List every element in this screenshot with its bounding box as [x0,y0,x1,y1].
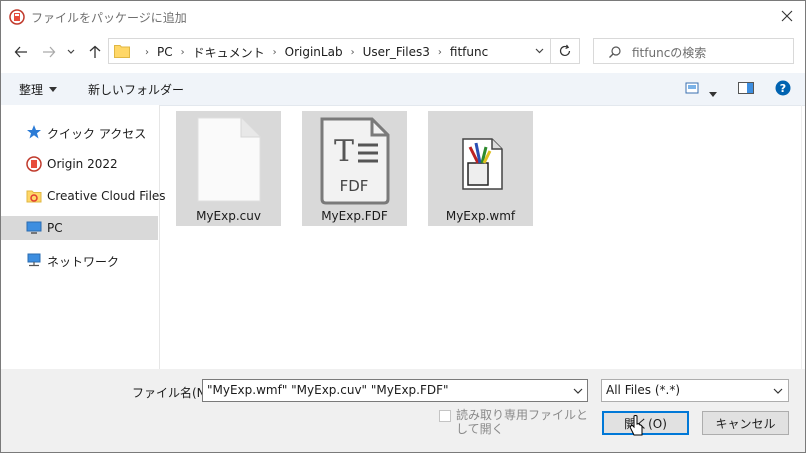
breadcrumb-item[interactable]: fitfunc [450,45,488,59]
blank-file-icon [197,117,261,202]
help-button[interactable]: ? [775,80,791,99]
wmf-image-icon [462,138,503,190]
preview-pane-button[interactable] [738,81,754,98]
origin-app-icon [9,9,25,25]
pc-icon [26,221,42,234]
content-scroll-track[interactable] [801,105,802,369]
file-item-wmf[interactable]: MyExp.wmf [428,111,533,226]
sidebar-item-label: Creative Cloud Files [47,189,166,203]
filename-combobox[interactable]: "MyExp.wmf" "MyExp.cuv" "MyExp.FDF" [202,379,588,402]
caret-down-icon [49,87,58,92]
search-box[interactable]: fitfuncの検索 [593,38,794,64]
arrow-up-icon [89,45,101,58]
breadcrumb-separator-icon: › [272,46,277,58]
arrow-right-icon [43,46,56,58]
forward-button[interactable] [39,42,59,62]
file-name: MyExp.cuv [196,209,261,223]
svg-text:?: ? [780,82,786,95]
sidebar-item-quick-access[interactable]: クイック アクセス [1,120,158,144]
sidebar-item-label: PC [47,221,63,235]
organize-label: 整理 [19,83,44,97]
file-open-dialog: ファイルをパッケージに追加 › PC › ドキュメント › OriginLab … [0,0,806,453]
sidebar-item-origin-2022[interactable]: Origin 2022 [1,152,158,176]
file-type-select[interactable]: All Files (*.*) [601,379,789,402]
readonly-checkbox[interactable] [439,410,451,422]
view-dropdown-button[interactable] [709,86,717,100]
sidebar-item-label: クイック アクセス [47,127,147,141]
navigation-pane: クイック アクセス Origin 2022 Creative Cloud Fil… [1,105,166,369]
search-placeholder: fitfuncの検索 [632,46,707,60]
breadcrumb-separator-icon: › [437,46,442,58]
folder-icon [114,45,130,58]
svg-text:T: T [334,134,354,169]
origin-icon [26,156,42,172]
search-icon [609,46,621,58]
up-button[interactable] [85,42,105,62]
breadcrumb: › PC › ドキュメント › OriginLab › User_Files3 … [137,43,488,61]
arrow-left-icon [14,46,27,58]
file-name: MyExp.wmf [445,209,516,223]
help-icon: ? [775,80,791,96]
breadcrumb-item[interactable]: User_Files3 [363,45,430,59]
chevron-down-icon[interactable] [573,384,583,398]
address-history-dropdown[interactable] [529,38,551,64]
sidebar-item-label: ネットワーク [47,255,120,269]
back-button[interactable] [11,42,31,62]
close-icon[interactable] [777,6,797,26]
breadcrumb-separator-icon: › [180,46,185,58]
sidebar-item-creative-cloud[interactable]: Creative Cloud Files [1,184,166,208]
view-icon [685,82,699,94]
mouse-cursor-icon [629,415,643,436]
new-folder-button[interactable]: 新しいフォルダー [88,81,184,98]
creative-cloud-folder-icon [26,190,42,203]
bottom-pane: ファイル名(N): "MyExp.wmf" "MyExp.cuv" "MyExp… [1,369,805,452]
file-item-cuv[interactable]: MyExp.cuv [176,111,281,226]
preview-pane-icon [738,82,754,94]
file-name: MyExp.FDF [321,209,388,223]
sidebar-item-label: Origin 2022 [47,157,118,171]
filename-input[interactable]: "MyExp.wmf" "MyExp.cuv" "MyExp.FDF" [207,383,449,397]
organize-menu-button[interactable]: 整理 [19,81,58,98]
address-bar[interactable]: › PC › ドキュメント › OriginLab › User_Files3 … [108,38,580,64]
star-icon [27,125,41,139]
chevron-down-icon [67,49,75,54]
file-item-fdf[interactable]: T FDF MyExp.FDF [302,111,407,226]
refresh-button[interactable] [550,38,580,64]
breadcrumb-separator-icon: › [350,46,355,58]
chevron-down-icon [535,48,544,54]
sidebar-item-pc[interactable]: PC [1,216,158,240]
readonly-label: 読み取り専用ファイルとして開く [456,408,589,436]
refresh-icon [559,44,571,57]
window-title: ファイルをパッケージに追加 [31,11,187,25]
open-button[interactable]: 開く(O) [602,411,689,435]
file-type-value: All Files (*.*) [606,383,681,397]
breadcrumb-separator-icon: › [145,46,149,58]
view-options-button[interactable] [685,81,699,98]
sidebar-item-network[interactable]: ネットワーク [1,248,158,272]
fdf-file-icon: T FDF [320,117,390,205]
recent-locations-button[interactable] [64,42,78,62]
caret-down-icon [709,92,717,97]
cancel-button[interactable]: キャンセル [702,411,789,435]
network-icon [27,253,41,267]
breadcrumb-item[interactable]: PC [157,45,173,59]
chevron-down-icon [773,388,783,394]
command-toolbar: 整理 新しいフォルダー ? [1,73,805,106]
breadcrumb-item[interactable]: ドキュメント [193,44,265,61]
svg-text:FDF: FDF [340,177,369,195]
title-bar: ファイルをパッケージに追加 [1,1,805,32]
breadcrumb-item[interactable]: OriginLab [285,45,343,59]
